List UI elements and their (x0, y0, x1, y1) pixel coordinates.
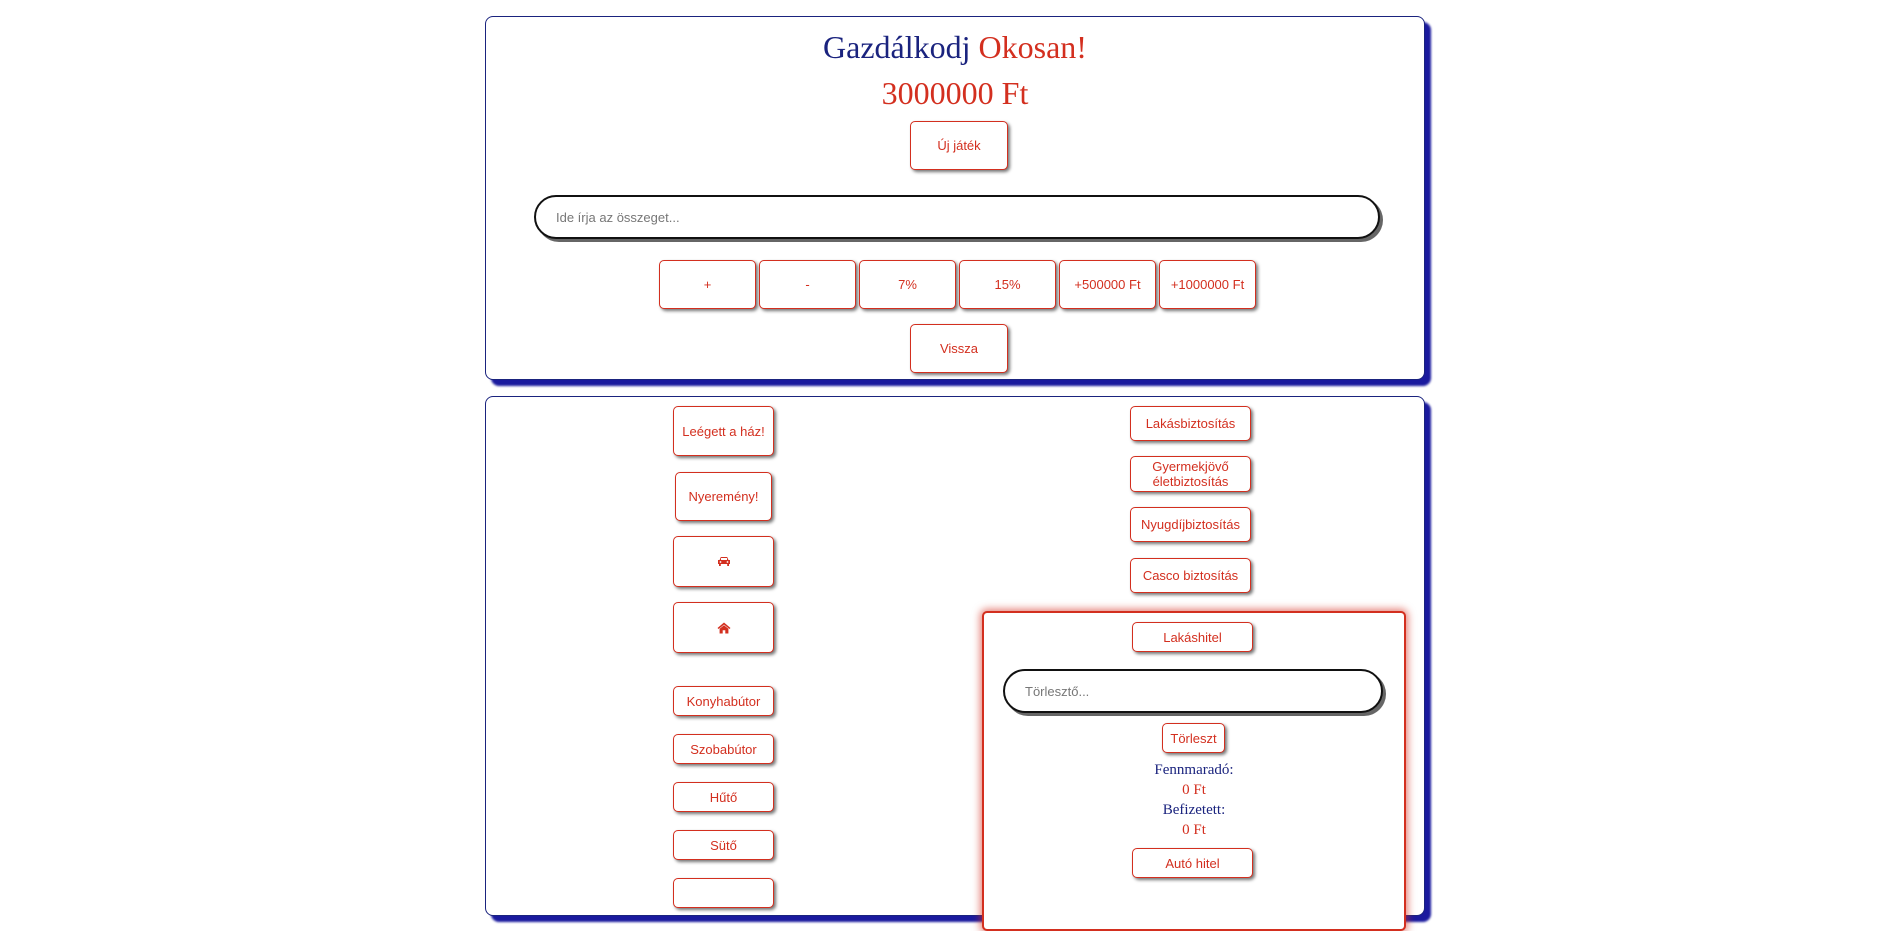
remaining-label: Fennmaradó: (1154, 762, 1234, 778)
add-1000000-button[interactable]: +1000000 Ft (1159, 260, 1256, 309)
add-500000-button[interactable]: +500000 Ft (1059, 260, 1156, 309)
pension-insurance-button[interactable]: Nyugdíjbiztosítás (1130, 507, 1251, 542)
loan-section: Lakáshitel Törleszt Fennmaradó: 0 Ft Bef… (982, 611, 1406, 931)
fridge-button[interactable]: Hűtő (673, 782, 774, 812)
new-game-button[interactable]: Új játék (910, 121, 1008, 170)
title-part-1: Gazdálkodj (823, 29, 971, 65)
repay-button[interactable]: Törleszt (1162, 723, 1225, 753)
kitchen-furniture-button[interactable]: Konyhabútor (673, 686, 774, 716)
car-loan-button[interactable]: Autó hitel (1132, 848, 1253, 878)
room-furniture-button[interactable]: Szobabútor (673, 734, 774, 764)
repayment-input[interactable] (1003, 669, 1383, 713)
amount-input[interactable] (534, 195, 1380, 239)
child-life-insurance-line-2: életbiztosítás (1152, 474, 1229, 489)
paid-label: Befizetett: (1162, 802, 1226, 818)
furniture-item-button[interactable] (673, 878, 774, 908)
home-button[interactable] (673, 602, 774, 653)
balance-display: 3000000 Ft (881, 75, 1029, 111)
prize-button[interactable]: Nyeremény! (675, 472, 772, 521)
car-icon (717, 556, 731, 567)
child-life-insurance-line-1: Gyermekjövő (1152, 459, 1229, 474)
home-icon (717, 622, 731, 634)
child-life-insurance-button[interactable]: Gyermekjövő életbiztosítás (1130, 456, 1251, 492)
bottom-panel: Leégett a ház! Nyeremény! Konyhabútor Sz… (485, 396, 1425, 931)
plus-button[interactable]: + (659, 260, 756, 309)
minus-button[interactable]: - (759, 260, 856, 309)
app-title: Gazdálkodj Okosan! (486, 27, 1424, 67)
casco-insurance-button[interactable]: Casco biztosítás (1130, 558, 1251, 593)
percent-15-button[interactable]: 15% (959, 260, 1056, 309)
paid-value: 0 Ft (1182, 822, 1206, 838)
title-part-2: Okosan! (978, 29, 1087, 65)
car-button[interactable] (673, 536, 774, 587)
house-burned-button[interactable]: Leégett a ház! (673, 406, 774, 456)
top-panel: Gazdálkodj Okosan! 3000000 Ft Új játék +… (485, 16, 1425, 380)
oven-button[interactable]: Sütő (673, 830, 774, 860)
back-button[interactable]: Vissza (910, 324, 1008, 373)
percent-7-button[interactable]: 7% (859, 260, 956, 309)
home-insurance-button[interactable]: Lakásbiztosítás (1130, 406, 1251, 441)
remaining-value: 0 Ft (1182, 782, 1206, 798)
home-loan-button[interactable]: Lakáshitel (1132, 622, 1253, 652)
